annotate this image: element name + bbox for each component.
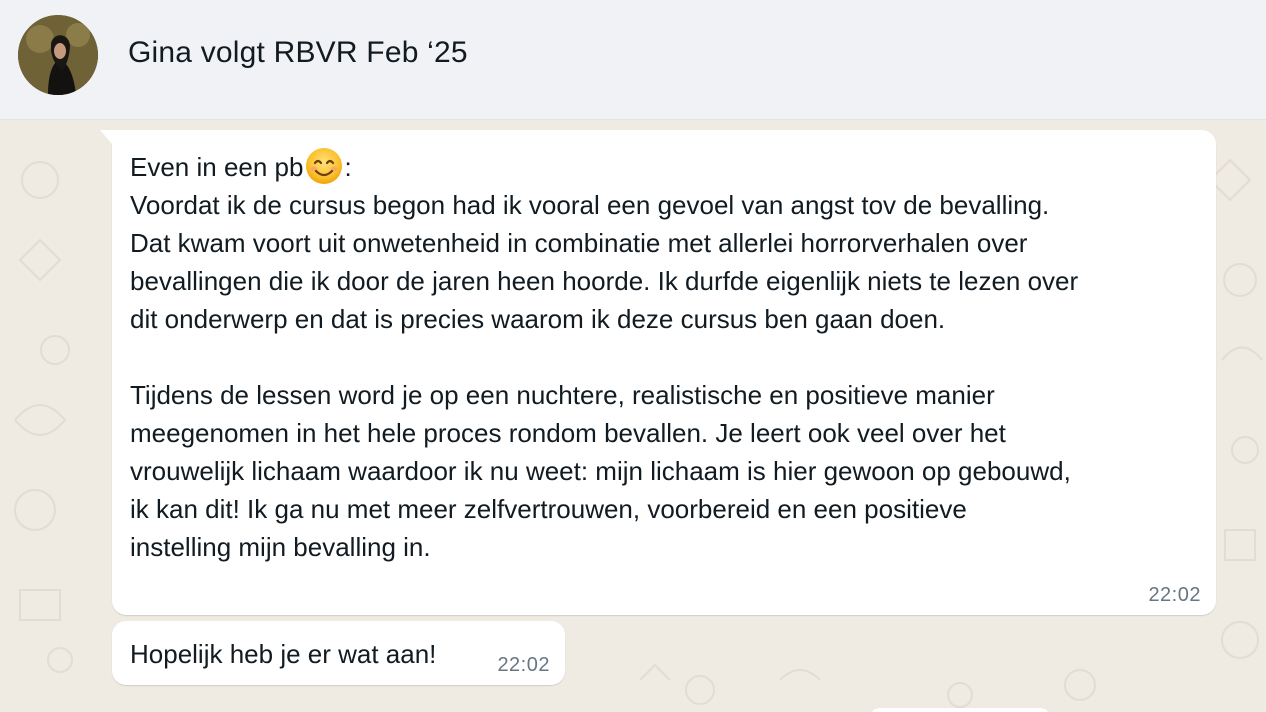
message-bubble[interactable]: Hopelijk heb je er wat aan! 22:02 [112,621,565,685]
message-bubble[interactable]: Even in een pb : Voordat ik de cursus be… [100,130,1216,615]
message-timestamp: 22:02 [497,654,550,676]
smiling-face-emoji-icon [306,148,343,184]
message-timestamp: 22:02 [1148,584,1201,606]
profile-photo-icon [18,15,98,95]
avatar[interactable] [18,15,98,95]
chat-title[interactable]: Gina volgt RBVR Feb ‘25 [128,36,468,70]
message-intro-suffix: : [344,152,352,182]
chat-header: Gina volgt RBVR Feb ‘25 [0,0,1266,120]
message-text: Hopelijk heb je er wat aan! [130,639,437,669]
message-intro: Even in een pb [130,152,304,182]
bubble-tail [100,130,112,144]
next-message-bubble [870,708,1050,712]
message-body: Voordat ik de cursus begon had ik vooral… [130,190,1079,562]
message-text: Even in een pb : Voordat ik de cursus be… [130,146,1210,566]
